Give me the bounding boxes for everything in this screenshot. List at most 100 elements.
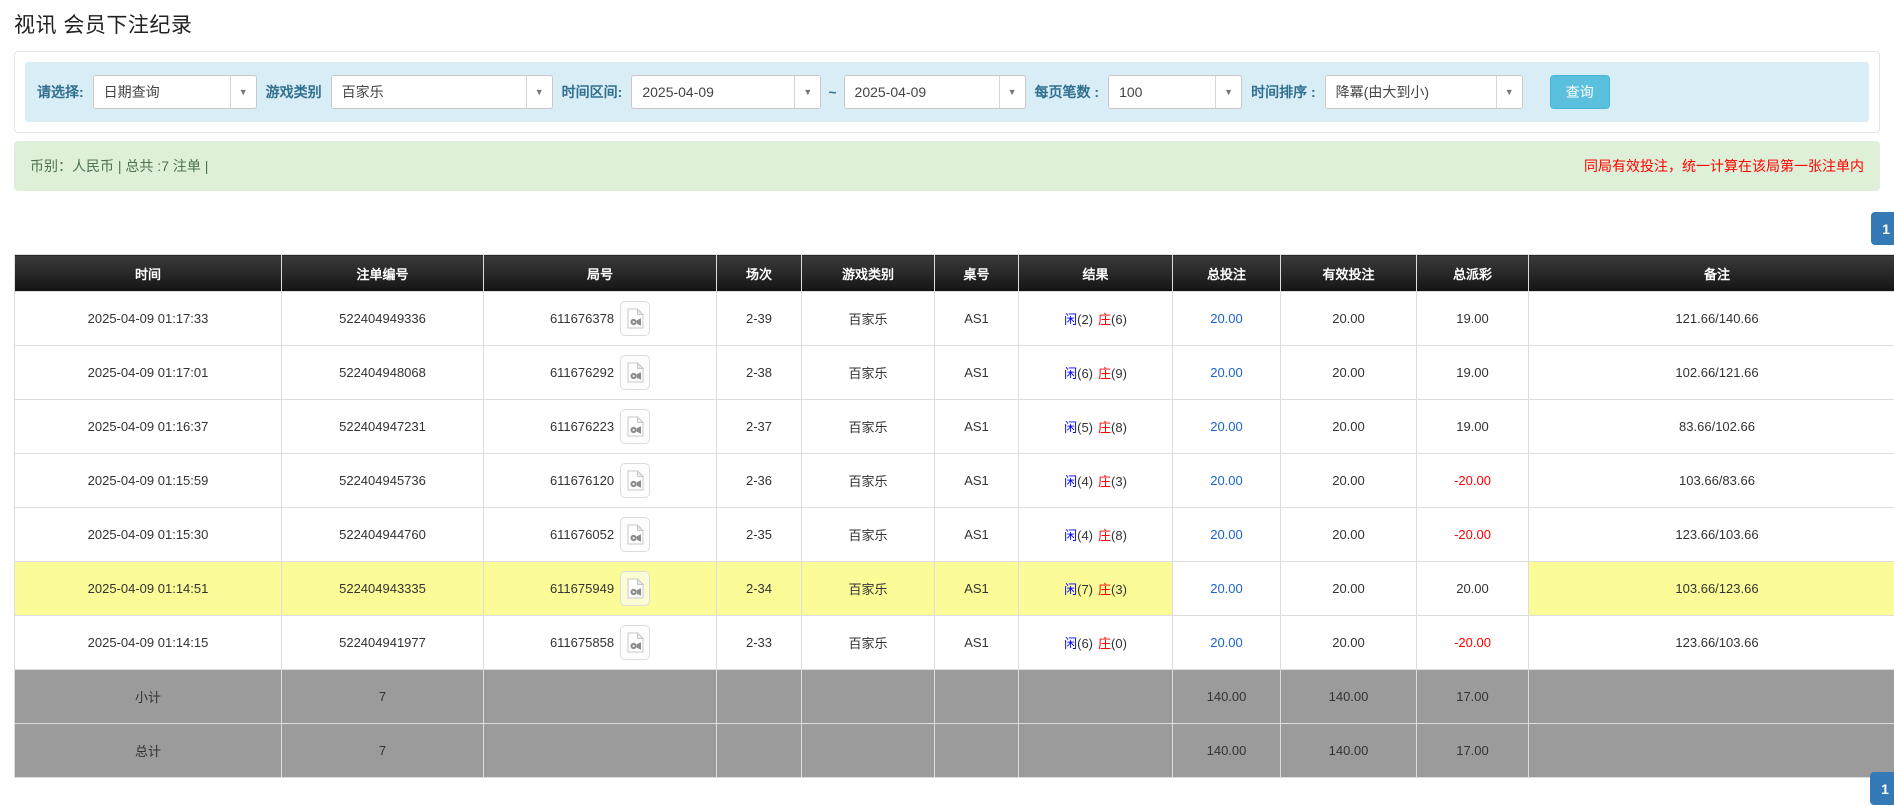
game-category: 百家乐 <box>802 508 935 562</box>
result-cell: 闲(6)庄(9) <box>1019 346 1173 400</box>
video-replay-icon[interactable] <box>620 301 650 336</box>
bet-time: 2025-04-09 01:15:59 <box>15 454 282 508</box>
video-replay-icon[interactable] <box>620 409 650 444</box>
currency-total-text: 币别：人民币 | 总共 :7 注单 | <box>30 156 208 176</box>
player-result-points: (2) <box>1077 312 1093 327</box>
player-result-points: (7) <box>1077 582 1093 597</box>
total-bet-link[interactable]: 20.00 <box>1210 419 1243 434</box>
session-number: 2-36 <box>717 454 802 508</box>
bet-time: 2025-04-09 01:14:15 <box>15 616 282 670</box>
payout-cell: -20.00 <box>1417 616 1529 670</box>
column-header: 备注 <box>1529 255 1894 292</box>
banker-result-points: (3) <box>1111 582 1127 597</box>
chevron-down-icon[interactable]: ▼ <box>999 76 1025 108</box>
banker-result-label: 庄 <box>1098 420 1111 435</box>
query-type-label: 请选择: <box>37 82 84 102</box>
round-number: 611675949 <box>550 581 614 596</box>
total-bet-cell: 20.00 <box>1173 292 1281 346</box>
range-tilde: ~ <box>828 84 836 100</box>
table-row: 2025-04-09 01:17:33 522404949336 6116763… <box>15 292 1894 346</box>
query-button[interactable]: 查询 <box>1550 75 1610 109</box>
chevron-down-icon[interactable]: ▼ <box>794 76 820 108</box>
total-bet-link[interactable]: 20.00 <box>1210 311 1243 326</box>
bet-time: 2025-04-09 01:17:01 <box>15 346 282 400</box>
total-bet-link[interactable]: 20.00 <box>1210 365 1243 380</box>
page-1-button[interactable]: 1 <box>1870 772 1894 805</box>
game-type-value: 百家乐 <box>332 76 526 108</box>
result-cell: 闲(6)庄(0) <box>1019 616 1173 670</box>
time-sort-select[interactable]: 降冪(由大到小) ▼ <box>1325 75 1523 109</box>
per-page-select[interactable]: 100 ▼ <box>1108 75 1242 109</box>
bet-records-table: 时间注单编号局号场次游戏类别桌号结果总投注有效投注总派彩备注 2025-04-0… <box>14 254 1894 778</box>
video-replay-icon[interactable] <box>620 517 650 552</box>
note-cell: 123.66/103.66 <box>1529 508 1894 562</box>
per-page-value: 100 <box>1109 76 1215 108</box>
session-number: 2-39 <box>717 292 802 346</box>
payout-cell: 20.00 <box>1417 562 1529 616</box>
column-header: 局号 <box>484 255 717 292</box>
payout-cell: 19.00 <box>1417 292 1529 346</box>
table-number: AS1 <box>935 346 1019 400</box>
player-result-points: (4) <box>1077 474 1093 489</box>
chevron-down-icon[interactable]: ▼ <box>526 76 552 108</box>
total-bet-link[interactable]: 20.00 <box>1210 581 1243 596</box>
chevron-down-icon[interactable]: ▼ <box>230 76 256 108</box>
player-result-label: 闲 <box>1064 528 1077 543</box>
column-header: 注单编号 <box>282 255 484 292</box>
per-page-label: 每页笔数 : <box>1035 82 1100 102</box>
video-replay-icon[interactable] <box>620 571 650 606</box>
note-cell: 103.66/83.66 <box>1529 454 1894 508</box>
date-from-picker[interactable]: 2025-04-09 ▼ <box>631 75 821 109</box>
round-cell: 611676378 <box>484 292 717 346</box>
session-number: 2-33 <box>717 616 802 670</box>
chevron-down-icon[interactable]: ▼ <box>1215 76 1241 108</box>
table-number: AS1 <box>935 292 1019 346</box>
player-result-points: (6) <box>1077 366 1093 381</box>
table-number: AS1 <box>935 508 1019 562</box>
banker-result-points: (0) <box>1111 636 1127 651</box>
game-type-select[interactable]: 百家乐 ▼ <box>331 75 553 109</box>
note-cell: 123.66/103.66 <box>1529 616 1894 670</box>
summary-row: 小计 7 140.00 140.00 17.00 <box>15 670 1894 724</box>
banker-result-label: 庄 <box>1098 636 1111 651</box>
total-bet-link[interactable]: 20.00 <box>1210 527 1243 542</box>
game-type-label: 游戏类别 <box>266 82 322 102</box>
total-bet-cell: 20.00 <box>1173 346 1281 400</box>
column-header: 有效投注 <box>1281 255 1417 292</box>
total-bet-link[interactable]: 20.00 <box>1210 473 1243 488</box>
filter-bar: 请选择: 日期查询 ▼ 游戏类别 百家乐 ▼ 时间区间: 2025-04-09 … <box>25 62 1869 122</box>
date-to-picker[interactable]: 2025-04-09 ▼ <box>844 75 1026 109</box>
valid-bet-cell: 20.00 <box>1281 454 1417 508</box>
banker-result-points: (8) <box>1111 420 1127 435</box>
page-1-button[interactable]: 1 <box>1871 212 1894 245</box>
banker-result-label: 庄 <box>1098 528 1111 543</box>
banker-result-points: (6) <box>1111 312 1127 327</box>
bet-time: 2025-04-09 01:16:37 <box>15 400 282 454</box>
video-replay-icon[interactable] <box>620 355 650 390</box>
chevron-down-icon[interactable]: ▼ <box>1496 76 1522 108</box>
valid-bet-cell: 20.00 <box>1281 616 1417 670</box>
total-bet-link[interactable]: 20.00 <box>1210 635 1243 650</box>
pagination-bottom: 1 <box>1870 772 1894 805</box>
round-number: 611676378 <box>550 311 614 326</box>
valid-bet-cell: 20.00 <box>1281 400 1417 454</box>
time-sort-value: 降冪(由大到小) <box>1326 76 1496 108</box>
video-replay-icon[interactable] <box>620 625 650 660</box>
session-number: 2-38 <box>717 346 802 400</box>
player-result-points: (5) <box>1077 420 1093 435</box>
column-header: 场次 <box>717 255 802 292</box>
summary-bar: 币别：人民币 | 总共 :7 注单 | 同局有效投注，统一计算在该局第一张注单内 <box>14 141 1880 191</box>
video-replay-icon[interactable] <box>620 463 650 498</box>
banker-result-points: (9) <box>1111 366 1127 381</box>
total-bet-cell: 20.00 <box>1173 454 1281 508</box>
bet-number: 522404945736 <box>282 454 484 508</box>
query-type-select[interactable]: 日期查询 ▼ <box>93 75 257 109</box>
column-header: 游戏类别 <box>802 255 935 292</box>
filter-panel: 请选择: 日期查询 ▼ 游戏类别 百家乐 ▼ 时间区间: 2025-04-09 … <box>14 51 1880 133</box>
player-result-label: 闲 <box>1064 366 1077 381</box>
banker-result-label: 庄 <box>1098 582 1111 597</box>
summary-payout: 17.00 <box>1417 670 1529 724</box>
payout-cell: 19.00 <box>1417 400 1529 454</box>
round-cell: 611676292 <box>484 346 717 400</box>
note-cell: 103.66/123.66 <box>1529 562 1894 616</box>
